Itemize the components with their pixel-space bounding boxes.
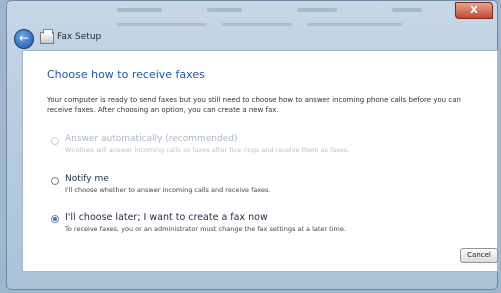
radio-icon bbox=[51, 137, 59, 145]
background-blur bbox=[297, 8, 337, 12]
background-blur bbox=[392, 8, 422, 12]
fax-icon bbox=[40, 29, 54, 44]
close-button[interactable]: X bbox=[455, 2, 493, 19]
option-notify-me[interactable]: Notify me I'll choose whether to answer … bbox=[51, 174, 271, 194]
intro-text: Your computer is ready to send faxes but… bbox=[47, 96, 461, 114]
back-button[interactable]: ← bbox=[14, 29, 34, 49]
title-bar: X ← Fax Setup bbox=[7, 1, 497, 49]
close-icon: X bbox=[470, 5, 478, 16]
fax-setup-window: X ← Fax Setup Choose how to receive faxe… bbox=[6, 0, 498, 290]
background-blur bbox=[117, 23, 207, 26]
background-blur bbox=[207, 8, 242, 12]
back-arrow-icon: ← bbox=[18, 31, 30, 45]
background-blur bbox=[307, 23, 402, 26]
radio-icon bbox=[51, 177, 59, 185]
background-blur bbox=[222, 23, 292, 26]
option-title: Answer automatically (recommended) bbox=[65, 134, 238, 144]
cancel-button[interactable]: Cancel bbox=[460, 248, 498, 263]
option-title: Notify me bbox=[65, 174, 109, 184]
radio-icon bbox=[51, 215, 59, 223]
option-description: To receive faxes, you or an administrato… bbox=[65, 225, 346, 233]
option-title: I'll choose later; I want to create a fa… bbox=[65, 212, 268, 223]
footer-bar: Cancel bbox=[22, 248, 498, 289]
option-choose-later[interactable]: I'll choose later; I want to create a fa… bbox=[51, 212, 346, 233]
window-title: Fax Setup bbox=[57, 32, 102, 42]
content-panel: Choose how to receive faxes Your compute… bbox=[22, 50, 498, 272]
page-heading: Choose how to receive faxes bbox=[47, 68, 205, 81]
background-blur bbox=[117, 8, 162, 12]
option-description: Windows will answer incoming calls as fa… bbox=[65, 146, 350, 154]
option-answer-automatically[interactable]: Answer automatically (recommended) Windo… bbox=[51, 134, 350, 154]
option-description: I'll choose whether to answer incoming c… bbox=[65, 186, 271, 194]
